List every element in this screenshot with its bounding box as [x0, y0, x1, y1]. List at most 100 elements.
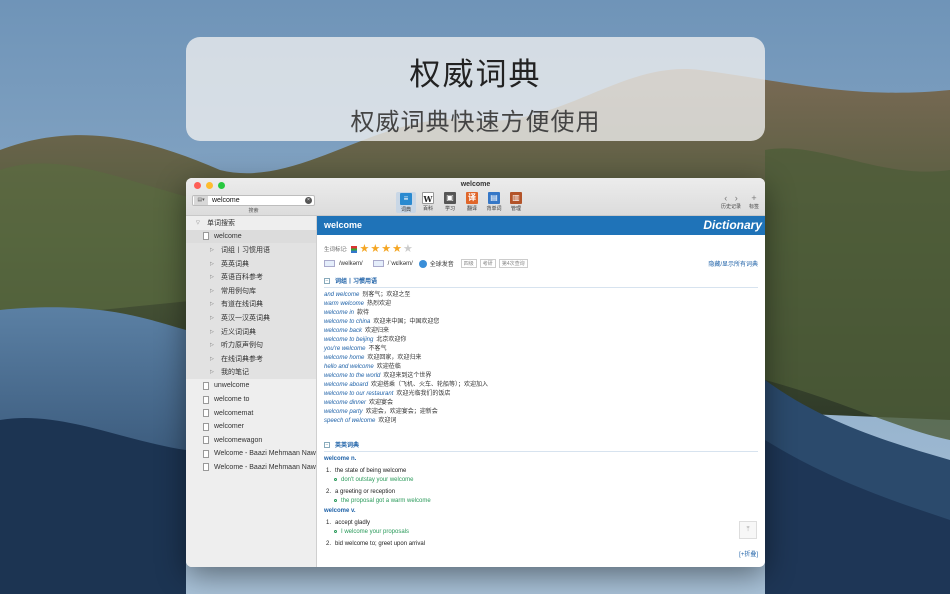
phrase-en-link[interactable]: and welcome	[324, 292, 359, 298]
phrase-en-link[interactable]: welcome in	[324, 310, 354, 316]
phrase-en-link[interactable]: welcome aboard	[324, 382, 368, 388]
phrase-en-link[interactable]: hello and welcome	[324, 364, 374, 370]
disclosure-right-icon[interactable]: ▷	[210, 288, 216, 294]
phrase-en-link[interactable]: welcome to the world	[324, 373, 380, 379]
phrase-en-link[interactable]: welcome to china	[324, 319, 370, 325]
toolbar-dictionary-button[interactable]: ≡ 词典	[396, 192, 416, 213]
sidebar-subitem[interactable]: ▷ 有道在线词典	[186, 297, 316, 312]
toolbar-vocabulary-button[interactable]: ▤ 背单词	[484, 192, 504, 213]
section-phrases-header[interactable]: − 词组丨习惯用语	[324, 276, 758, 288]
toolbar-translate-button[interactable]: 译 翻译	[462, 192, 482, 213]
sidebar-related-item[interactable]: unwelcome	[186, 379, 316, 393]
uk-flag-icon[interactable]	[324, 260, 335, 267]
disclosure-right-icon[interactable]: ▷	[210, 356, 216, 362]
definition-number: 2.	[326, 489, 332, 495]
disclosure-down-icon[interactable]: ▽	[196, 220, 202, 226]
sidebar-related-item[interactable]: welcome to	[186, 393, 316, 407]
sidebar-subitem[interactable]: ▷ 词组丨习惯用语	[186, 243, 316, 257]
disclosure-right-icon[interactable]: ▷	[210, 315, 216, 321]
definition-number: 1.	[326, 520, 332, 526]
star-icon[interactable]: ★	[360, 243, 370, 255]
section-ee-header[interactable]: − 英英词典	[324, 440, 758, 452]
disclosure-right-icon[interactable]: ▷	[210, 261, 216, 267]
sidebar-related-label: welcomer	[214, 423, 244, 431]
collapse-icon[interactable]: −	[324, 277, 330, 284]
star-icon[interactable]: ★	[370, 243, 380, 255]
sidebar-subitem-label: 听力原声例句	[221, 342, 263, 350]
toolbar-study-button[interactable]: ▣ 学习	[440, 192, 460, 213]
sidebar-subitem[interactable]: ▷ 英语百科参考	[186, 270, 316, 284]
sidebar-related-item[interactable]: welcomer	[186, 420, 316, 434]
example: don't outstay your welcome	[324, 477, 758, 483]
sidebar-subitem[interactable]: ▷ 听力原声例句	[186, 338, 316, 352]
nav-controls: ‹ › 历史记录 + 标签	[721, 193, 759, 210]
bookmark-button[interactable]: + 标签	[749, 193, 759, 210]
example: I welcome your proposals	[324, 529, 758, 535]
sidebar-subitem-label: 英汉一汉英词典	[221, 314, 270, 322]
sidebar-related-item[interactable]: Welcome - Baazi Mehmaan Naw...	[186, 447, 316, 461]
toolbar-manage-button[interactable]: ▥ 管理	[506, 192, 526, 213]
disclosure-right-icon[interactable]: ▷	[210, 369, 216, 375]
sidebar-related-item[interactable]: welcomewagon	[186, 434, 316, 448]
sidebar-item-current[interactable]: welcome	[186, 229, 316, 244]
phrase-en-link[interactable]: welcome to beijing	[324, 337, 373, 343]
sidebar-group-word-search[interactable]: ▽ 单词搜索	[186, 216, 316, 230]
banner-subtitle: 权威词典快速方便使用	[350, 108, 601, 136]
phrase-item: welcome party 欢迎会，欢迎宴会；迎新会	[324, 408, 758, 417]
disclosure-right-icon[interactable]: ▷	[210, 247, 216, 253]
history-nav[interactable]: ‹ › 历史记录	[721, 193, 741, 210]
search-input-value[interactable]: welcome	[212, 197, 305, 204]
search-area: ▤▾ welcome × 搜索	[192, 195, 315, 214]
search-scope-dropdown[interactable]: ▤▾	[194, 196, 208, 205]
sidebar-subitem[interactable]: ▷ 常用例句库	[186, 283, 316, 298]
bookmark-label: 标签	[748, 204, 759, 210]
phrase-en-link[interactable]: you're welcome	[324, 346, 366, 352]
phrase-en-link[interactable]: welcome party	[324, 409, 363, 415]
sidebar-subitem[interactable]: ▷ 在线词典参考	[186, 351, 316, 366]
badge-lookup-count: 第4次查询	[498, 259, 528, 268]
phrase-en-link[interactable]: welcome to our restaurant	[324, 391, 393, 397]
phrase-zh: 别客气；欢迎之至	[362, 292, 411, 298]
sidebar-related-item[interactable]: Welcome - Baazi Mehmaan Naw...	[186, 461, 316, 475]
example-text: the proposal got a warm welcome	[341, 498, 431, 504]
collapse-link[interactable]: [+折叠]	[739, 549, 758, 558]
star-icon[interactable]: ★	[392, 243, 402, 255]
rating-bar-icon	[350, 245, 357, 253]
definition-number: 2.	[326, 541, 332, 547]
us-flag-icon[interactable]	[372, 260, 384, 267]
phrase-en-link[interactable]: welcome home	[324, 355, 364, 361]
star-icon[interactable]: ★	[403, 243, 413, 255]
rating-stars[interactable]: ★★★★★	[360, 243, 414, 255]
phrase-item: welcome in 款待	[324, 309, 758, 318]
app-window: welcome ▤▾ welcome × 搜索 ≡ 词典 W 百科 ▣ 学习 译…	[186, 178, 765, 567]
star-icon[interactable]: ★	[381, 243, 391, 255]
search-input[interactable]: ▤▾ welcome ×	[192, 195, 315, 206]
phrase-en-link[interactable]: welcome back	[324, 328, 362, 334]
global-pronunciation-link[interactable]: 全球发音	[430, 259, 454, 268]
forward-arrow-icon[interactable]: ›	[735, 193, 738, 203]
collapse-icon[interactable]: −	[324, 441, 330, 448]
disclosure-right-icon[interactable]: ▷	[210, 342, 216, 348]
sidebar-subitem[interactable]: ▷ 我的笔记	[186, 365, 316, 380]
disclosure-right-icon[interactable]: ▷	[210, 301, 216, 307]
sidebar-subitem[interactable]: ▷ 英英词典	[186, 256, 316, 271]
back-arrow-icon[interactable]: ‹	[724, 193, 727, 203]
phrase-en-link[interactable]: warm welcome	[324, 301, 364, 307]
toggle-all-dictionaries-link[interactable]: 隐藏/显示所有词典	[708, 259, 758, 268]
disclosure-right-icon[interactable]: ▷	[210, 329, 216, 335]
scroll-to-top-button[interactable]: ⤒	[739, 521, 757, 539]
bullet-icon	[334, 499, 337, 502]
document-icon	[203, 381, 209, 390]
sidebar-subitem-label: 有道在线词典	[221, 301, 263, 309]
disclosure-right-icon[interactable]: ▷	[210, 274, 216, 280]
globe-icon[interactable]	[418, 259, 427, 268]
plus-icon: +	[751, 193, 757, 203]
sidebar-subitem[interactable]: ▷ 近义词词典	[186, 324, 316, 339]
clear-search-icon[interactable]: ×	[305, 197, 312, 204]
phrase-en-link[interactable]: speech of welcome	[324, 418, 375, 424]
sidebar-subitem[interactable]: ▷ 英汉一汉英词典	[186, 311, 316, 325]
phrase-item: welcome dinner 欢迎宴会	[324, 399, 758, 408]
phrase-en-link[interactable]: welcome dinner	[324, 400, 366, 406]
sidebar-related-item[interactable]: welcomemat	[186, 406, 316, 420]
toolbar-encyclopedia-button[interactable]: W 百科	[418, 192, 438, 213]
